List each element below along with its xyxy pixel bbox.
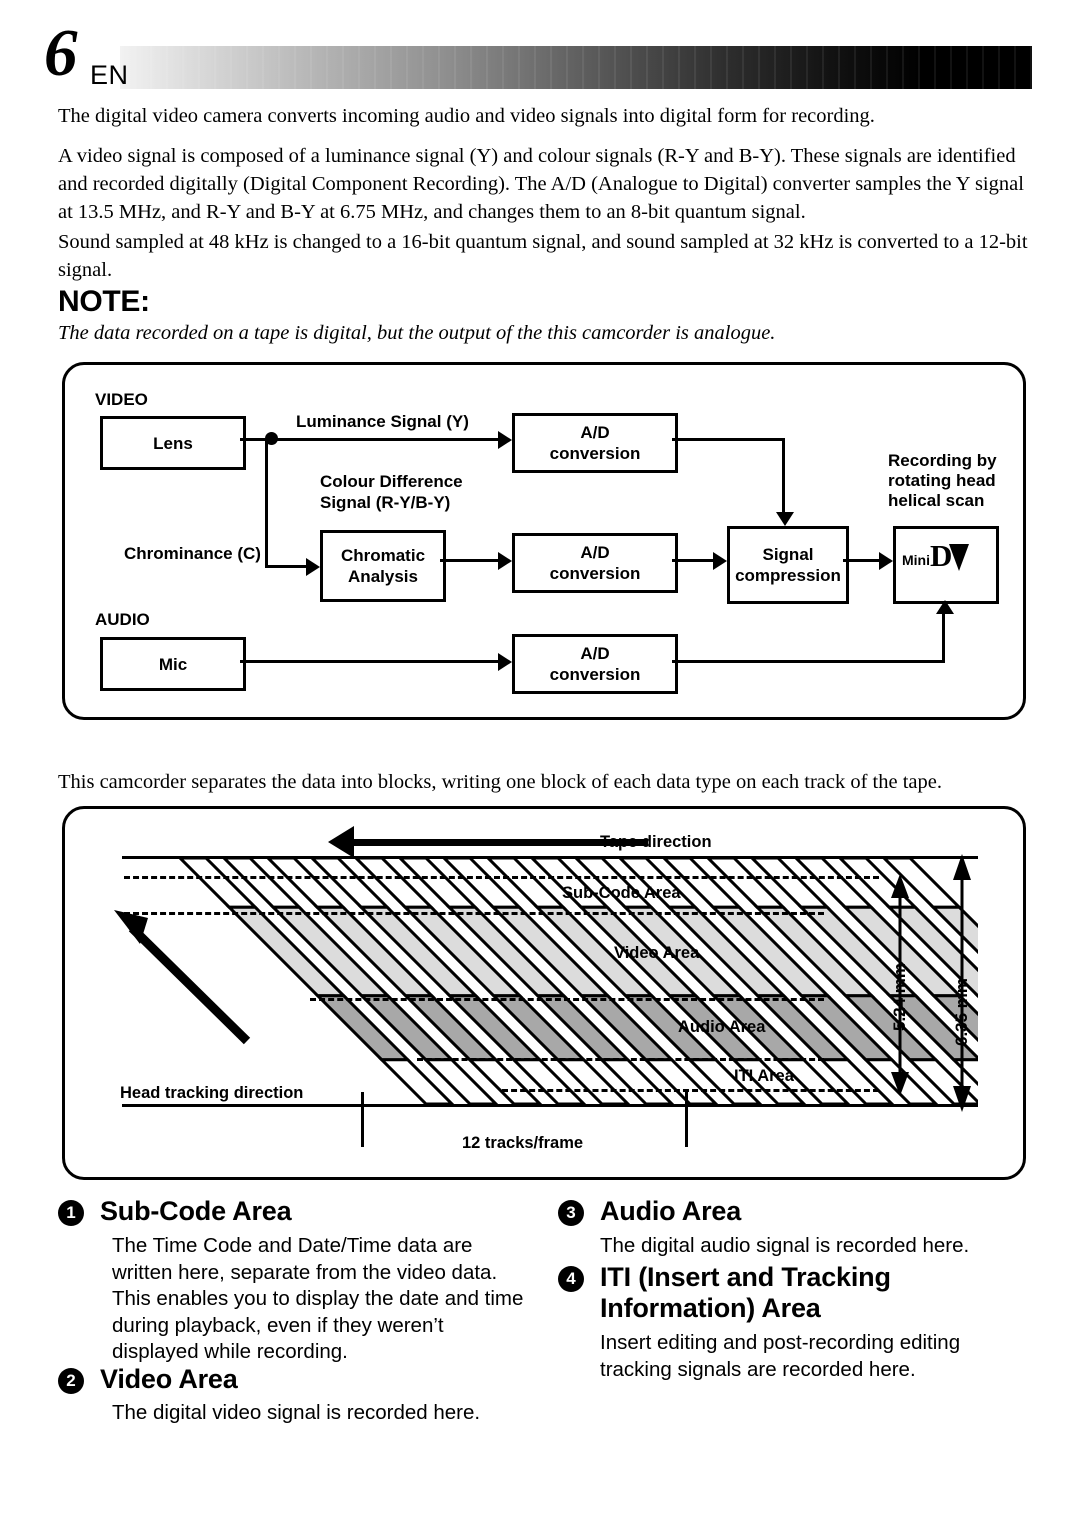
- note-number-4: 4: [558, 1266, 584, 1292]
- note-title-1: Sub-Code Area: [100, 1196, 292, 1226]
- block-section-audio-label: AUDIO: [95, 610, 150, 629]
- ad-conversion-line1: A/D: [580, 423, 610, 442]
- luminance-signal-label: Luminance Signal (Y): [296, 412, 469, 431]
- minidv-logo-mini-text: Mini: [902, 552, 930, 568]
- mid-paragraph: This camcorder separates the data into b…: [58, 771, 942, 793]
- connector-ad-audio-right: [672, 660, 945, 663]
- ad-conversion-box-chroma: A/D conversion: [512, 533, 678, 593]
- chromatic-analysis-box: Chromatic Analysis: [320, 530, 446, 602]
- connector-chrominance-horizontal: [265, 565, 306, 568]
- mic-box: Mic: [100, 637, 246, 691]
- arrow-luminance-to-ad: [498, 431, 512, 449]
- arrow-mic-to-ad: [498, 653, 512, 671]
- arrow-ad-mid-to-compression: [713, 552, 727, 570]
- intro-paragraph-3: Sound sampled at 48 kHz is changed to a …: [58, 231, 1028, 281]
- arrow-compression-to-dv: [879, 552, 893, 570]
- connector-luminance: [271, 438, 498, 441]
- signal-compression-box: Signal compression: [727, 526, 849, 604]
- chromatic-analysis-line1: Chromatic: [340, 546, 426, 565]
- ad-conversion-line1: A/D: [580, 543, 610, 562]
- dimension-outer-label: 6.35 mm: [952, 977, 971, 1046]
- note-body: The data recorded on a tape is digital, …: [58, 322, 776, 344]
- note-number-3: 3: [558, 1200, 584, 1226]
- colour-difference-label-line1: Colour Difference: [320, 472, 463, 491]
- page-header: 6 EN ABOUT DV: [0, 0, 1080, 100]
- chromatic-analysis-line2: Analysis: [348, 567, 418, 586]
- ad-conversion-line2: conversion: [549, 564, 641, 583]
- block-section-video-label: VIDEO: [95, 390, 148, 409]
- lens-box-label: Lens: [153, 433, 193, 453]
- colour-difference-label-line2: Signal (R-Y/B-Y): [320, 493, 451, 512]
- note-number-2: 2: [58, 1368, 84, 1394]
- signal-compression-line2: compression: [735, 566, 841, 585]
- note-number-1: 1: [58, 1200, 84, 1226]
- recording-label-line1: Recording by: [888, 451, 997, 470]
- connector-ad-top-right: [672, 438, 785, 441]
- tape-diagram: Tape direction Head tracking direction 1…: [62, 806, 1020, 1174]
- arrow-ad-top-to-compression: [776, 512, 794, 526]
- intro-paragraph-1: The digital video camera converts incomi…: [58, 105, 875, 127]
- page-language-code: EN: [90, 60, 129, 90]
- minidv-logo-v-triangle: [949, 544, 970, 571]
- connector-chromatic-to-ad: [440, 559, 498, 562]
- minidv-logo: Mini D: [902, 540, 970, 571]
- minidv-logo-d-letter: D: [930, 538, 952, 573]
- note-body-3: The digital audio signal is recorded her…: [600, 1234, 970, 1257]
- intro-paragraph-2: A video signal is composed of a luminanc…: [58, 145, 1024, 223]
- connector-ad-audio-up: [942, 614, 945, 660]
- note-body-4: Insert editing and post-recording editin…: [600, 1331, 961, 1381]
- note-body-2: The digital video signal is recorded her…: [112, 1401, 481, 1424]
- connector-ad-mid-to-compression: [672, 559, 713, 562]
- recording-label-line2: rotating head: [888, 471, 996, 490]
- note-title-2: Video Area: [100, 1364, 238, 1394]
- signal-compression-line1: Signal: [762, 545, 814, 564]
- note-heading: NOTE:: [58, 285, 150, 318]
- arrow-audio-to-dv: [936, 600, 954, 614]
- header-gradient-bar: [120, 46, 1032, 89]
- chrominance-label: Chrominance (C): [124, 544, 261, 563]
- mic-box-label: Mic: [158, 654, 188, 674]
- ad-conversion-box-audio: A/D conversion: [512, 634, 678, 694]
- connector-mic-to-ad: [240, 660, 498, 663]
- connector-chrominance-vertical: [265, 438, 268, 568]
- recording-label-line3: helical scan: [888, 491, 985, 510]
- arrow-chrominance-to-chromatic: [306, 558, 320, 576]
- ad-conversion-line2: conversion: [549, 444, 641, 463]
- connector-ad-top-down: [782, 438, 785, 513]
- note-body-1: The Time Code and Date/Time data are wri…: [112, 1234, 524, 1363]
- page-number: 6: [44, 16, 78, 90]
- lens-box: Lens: [100, 416, 246, 470]
- ad-conversion-line1: A/D: [580, 644, 610, 663]
- header-title: ABOUT DV: [891, 6, 1064, 43]
- note-title-4: ITI (Insert and Tracking Information) Ar…: [600, 1262, 891, 1323]
- connector-compression-to-dv: [843, 559, 879, 562]
- note-title-3: Audio Area: [600, 1196, 742, 1226]
- ad-conversion-box-luminance: A/D conversion: [512, 413, 678, 473]
- ad-conversion-line2: conversion: [549, 665, 641, 684]
- dimension-outer-arrow: [953, 854, 971, 1112]
- arrow-chromatic-to-ad: [498, 552, 512, 570]
